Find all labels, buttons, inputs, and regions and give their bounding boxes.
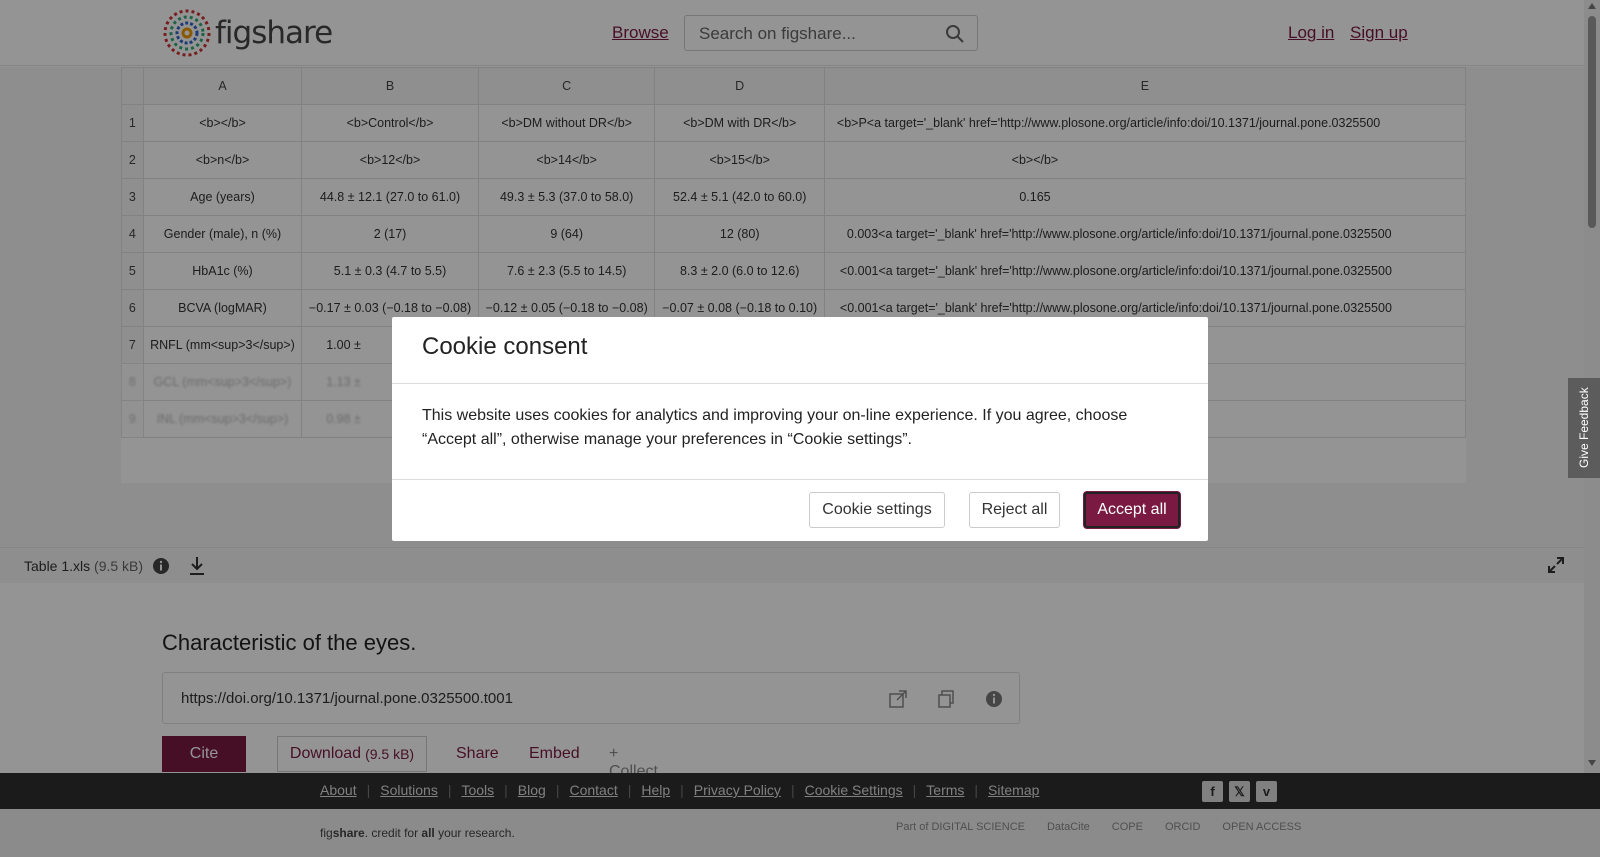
modal-body: This website uses cookies for analytics … [392,384,1208,480]
accept-all-button[interactable]: Accept all [1084,492,1180,528]
cookie-settings-button[interactable]: Cookie settings [809,492,945,528]
modal-title: Cookie consent [422,333,588,360]
give-feedback-tab[interactable]: Give Feedback [1568,378,1600,478]
reject-all-button[interactable]: Reject all [969,492,1060,528]
cookie-consent-dialog: Cookie consent This website uses cookies… [392,317,1208,541]
modal-text: This website uses cookies for analytics … [422,407,1128,448]
modal-header: Cookie consent [392,317,1208,384]
modal-footer: Cookie settings Reject all Accept all [392,480,1208,540]
